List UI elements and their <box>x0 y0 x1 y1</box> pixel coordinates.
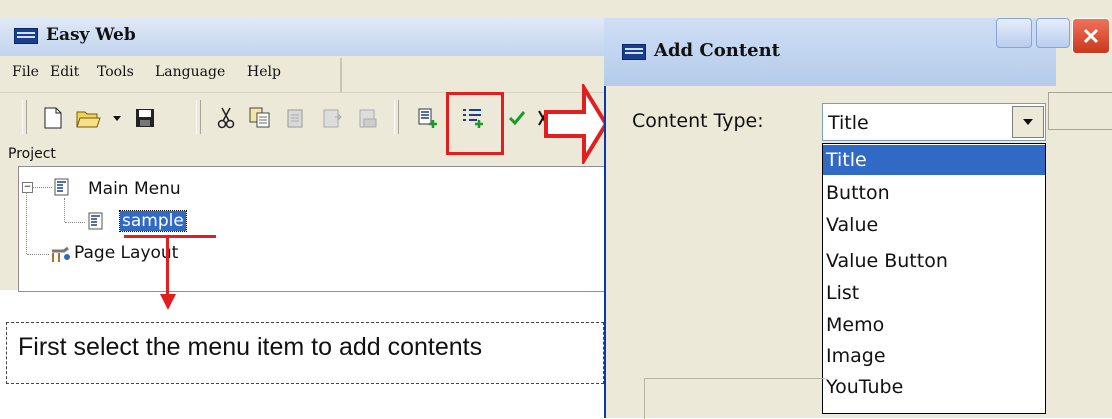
toolbar-separator <box>394 100 399 134</box>
paste-special-icon[interactable] <box>318 104 346 132</box>
pointer-arrow-icon <box>544 84 609 164</box>
chevron-down-icon <box>1023 119 1033 125</box>
add-content-highlight <box>446 92 504 155</box>
menu-file[interactable]: File <box>12 64 39 80</box>
tree-connector <box>64 198 65 222</box>
option-button[interactable]: Button <box>823 178 1045 208</box>
menu-help[interactable]: Help <box>247 64 281 80</box>
app-icon <box>14 28 38 44</box>
add-menu-icon[interactable] <box>414 104 442 132</box>
tree-connector <box>27 254 49 255</box>
annotation-pointer-line <box>166 235 169 297</box>
menu-node-icon <box>54 178 69 196</box>
dialog-group-box <box>644 378 825 419</box>
save-icon[interactable] <box>132 104 158 132</box>
combo-dropdown-button[interactable] <box>1012 106 1044 138</box>
tree-connector <box>65 222 85 223</box>
content-type-label: Content Type: <box>632 110 764 132</box>
background-field <box>1048 92 1112 130</box>
dropdown-arrow-icon[interactable] <box>110 104 124 132</box>
annotation-arrowhead-icon <box>160 294 176 310</box>
minimize-button[interactable] <box>996 18 1032 48</box>
menu-node-icon <box>88 212 103 230</box>
option-youtube[interactable]: YouTube <box>823 372 1045 402</box>
tree-item-sample[interactable]: sample <box>119 210 187 232</box>
option-value[interactable]: Value <box>823 210 1045 240</box>
maximize-button[interactable] <box>1036 18 1070 48</box>
option-image[interactable]: Image <box>823 341 1045 371</box>
menu-edit[interactable]: Edit <box>50 64 79 80</box>
option-value-button[interactable]: Value Button <box>823 246 1045 276</box>
copy-icon[interactable] <box>246 104 274 132</box>
tree-connector <box>26 192 27 254</box>
check-icon[interactable] <box>504 104 530 132</box>
close-icon <box>1083 28 1099 44</box>
paste-disabled-icon[interactable] <box>354 104 382 132</box>
close-button[interactable] <box>1072 18 1110 54</box>
option-memo[interactable]: Memo <box>823 310 1045 340</box>
annotation-underline <box>124 235 216 238</box>
option-list[interactable]: List <box>823 278 1045 308</box>
project-label: Project <box>8 146 56 162</box>
paste-icon[interactable] <box>282 104 310 132</box>
new-file-icon[interactable] <box>40 104 66 132</box>
toolbar-grip[interactable] <box>196 100 201 134</box>
menu-tools[interactable]: Tools <box>97 64 134 80</box>
toolbar-grip[interactable] <box>22 100 27 134</box>
cut-icon[interactable] <box>212 104 240 132</box>
tree-item-main-menu[interactable]: Main Menu <box>88 179 181 199</box>
tree-connector <box>32 187 52 188</box>
dialog-app-icon <box>622 44 646 60</box>
menu-separator <box>340 58 342 92</box>
menu-language[interactable]: Language <box>155 64 225 80</box>
content-type-value: Title <box>828 112 869 134</box>
window-title: Easy Web <box>46 25 136 45</box>
instruction-text: First select the menu item to add conten… <box>18 333 483 361</box>
option-title[interactable]: Title <box>823 145 1045 175</box>
dialog-title: Add Content <box>654 40 780 61</box>
tree-item-page-layout[interactable]: Page Layout <box>74 243 178 263</box>
page-layout-icon <box>50 245 72 262</box>
open-folder-icon[interactable] <box>74 104 104 132</box>
